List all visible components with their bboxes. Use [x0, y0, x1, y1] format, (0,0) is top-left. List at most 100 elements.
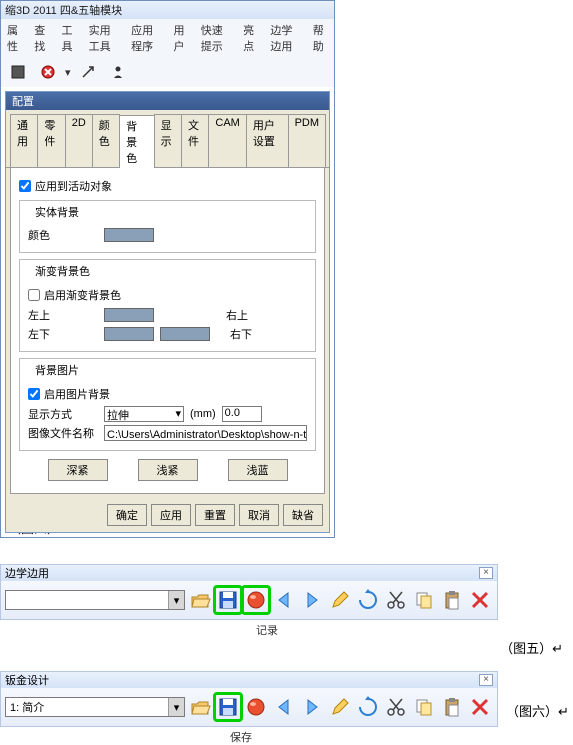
gradient-bg-group: 渐变背景色 启用渐变背景色 左上 右上 左下 右下: [19, 259, 316, 352]
next-icon[interactable]: [299, 587, 325, 613]
app-toolbar: ▾: [1, 57, 334, 87]
window-title: 缩3D 2011 四&五轴模块: [5, 2, 122, 18]
tabs: 通用 零件 2D 颜色 背景色 显示 文件 CAM 用户设置 PDM: [6, 110, 329, 168]
save-icon[interactable]: [215, 587, 241, 613]
toolbar-header: 边学边用 ×: [1, 565, 497, 581]
image-bg-group: 背景图片 启用图片背景 显示方式 拉伸 ▾ (mm) 0.0 图像文件名称: [19, 358, 316, 451]
preset-shallow-button[interactable]: 浅紧: [138, 459, 198, 481]
preset-blue-button[interactable]: 浅蓝: [228, 459, 288, 481]
person-icon[interactable]: [105, 59, 131, 85]
sheetmetal-toolbar: 钣金设计 × 1: 简介 ▾: [0, 671, 498, 727]
color-swatch[interactable]: [104, 228, 154, 242]
tab-cam[interactable]: CAM: [208, 114, 246, 167]
br-swatch[interactable]: [160, 327, 210, 341]
save-icon[interactable]: [215, 694, 241, 720]
close-icon[interactable]: [35, 59, 61, 85]
menu-item[interactable]: 快速提示: [199, 21, 233, 55]
menu-item[interactable]: 实用工具: [87, 21, 121, 55]
tab-display[interactable]: 显示: [154, 114, 182, 167]
chevron-down-icon: ▾: [175, 407, 181, 421]
enable-gradient-check[interactable]: 启用渐变背景色: [28, 287, 307, 303]
chevron-down-icon: ▾: [168, 591, 184, 609]
gradient-bg-title: 渐变背景色: [32, 263, 93, 279]
preset-buttons: 深紧 浅紧 浅蓝: [19, 459, 316, 481]
tab-panel: 应用到活动对象 实体背景 颜色 渐变背景色 启用渐变背景色 左上: [10, 168, 325, 494]
tab-color[interactable]: 颜色: [92, 114, 120, 167]
menubar: 属性 查找 工具 实用工具 应用程序 用户 快速提示 亮点 边学边用 帮助: [1, 19, 334, 57]
record-icon[interactable]: [243, 694, 269, 720]
apply-button[interactable]: 应用: [151, 504, 191, 526]
menu-item[interactable]: 属性: [5, 21, 24, 55]
arrow-icon[interactable]: [75, 59, 101, 85]
tab-general[interactable]: 通用: [10, 114, 38, 167]
display-mode-label: 显示方式: [28, 406, 98, 422]
separator: ▾: [65, 66, 71, 79]
rotate-icon[interactable]: [355, 694, 381, 720]
menu-item[interactable]: 亮点: [241, 21, 260, 55]
bl-label: 左下: [28, 326, 98, 342]
close-icon[interactable]: ×: [479, 674, 493, 686]
copy-icon[interactable]: [411, 587, 437, 613]
prev-icon[interactable]: [271, 694, 297, 720]
learn-toolbar: 边学边用 × ▾: [0, 564, 498, 620]
menu-item[interactable]: 帮助: [311, 21, 330, 55]
cut-icon[interactable]: [383, 694, 409, 720]
bl-swatch[interactable]: [104, 327, 154, 341]
ok-button[interactable]: 确定: [107, 504, 147, 526]
preset-deep-button[interactable]: 深紧: [48, 459, 108, 481]
delete-icon[interactable]: [467, 587, 493, 613]
open-icon[interactable]: [187, 587, 213, 613]
pencil-icon[interactable]: [327, 587, 353, 613]
paste-icon[interactable]: [439, 694, 465, 720]
cancel-button[interactable]: 取消: [239, 504, 279, 526]
enable-image-checkbox[interactable]: [28, 388, 40, 400]
combo-select[interactable]: 1: 简介 ▾: [5, 697, 185, 717]
menu-item[interactable]: 边学边用: [268, 21, 302, 55]
menu-item[interactable]: 工具: [59, 21, 78, 55]
dialog-title: 配置: [6, 92, 329, 110]
solid-bg-title: 实体背景: [32, 204, 82, 220]
tab-bgcolor[interactable]: 背景色: [119, 115, 155, 168]
tool-icon[interactable]: [5, 59, 31, 85]
enable-image-check[interactable]: 启用图片背景: [28, 386, 307, 402]
prev-icon[interactable]: [271, 587, 297, 613]
solid-bg-group: 实体背景 颜色: [19, 200, 316, 253]
combo-value: 1: 简介: [6, 699, 168, 715]
tab-usersettings[interactable]: 用户设置: [246, 114, 289, 167]
tl-swatch[interactable]: [104, 308, 154, 322]
close-icon[interactable]: ×: [479, 567, 493, 579]
apply-active-check[interactable]: 应用到活动对象: [19, 178, 316, 194]
toolbar-header: 钣金设计 ×: [1, 672, 497, 688]
tab-2d[interactable]: 2D: [65, 114, 93, 167]
enable-gradient-checkbox[interactable]: [28, 289, 40, 301]
delete-icon[interactable]: [467, 694, 493, 720]
tab-pdm[interactable]: PDM: [288, 114, 326, 167]
reset-button[interactable]: 重置: [195, 504, 235, 526]
paste-icon[interactable]: [439, 587, 465, 613]
display-mode-select[interactable]: 拉伸 ▾: [104, 406, 184, 422]
unit-input[interactable]: 0.0: [222, 406, 262, 422]
toolbar-title: 边学边用: [5, 565, 49, 581]
open-icon[interactable]: [187, 694, 213, 720]
record-icon[interactable]: [243, 587, 269, 613]
tab-file[interactable]: 文件: [181, 114, 209, 167]
tab-part[interactable]: 零件: [37, 114, 65, 167]
apply-active-checkbox[interactable]: [19, 180, 31, 192]
menu-item[interactable]: 查找: [32, 21, 51, 55]
unit-label: (mm): [190, 408, 216, 420]
image-name-input[interactable]: C:\Users\Administrator\Desktop\show-n-te…: [104, 425, 307, 441]
cut-icon[interactable]: [383, 587, 409, 613]
enable-image-label: 启用图片背景: [44, 386, 110, 402]
image-bg-title: 背景图片: [32, 362, 82, 378]
copy-icon[interactable]: [411, 694, 437, 720]
pencil-icon[interactable]: [327, 694, 353, 720]
combo-select[interactable]: ▾: [5, 590, 185, 610]
menu-item[interactable]: 应用程序: [129, 21, 163, 55]
default-button[interactable]: 缺省: [283, 504, 323, 526]
menu-item[interactable]: 用户: [172, 21, 191, 55]
config-dialog: 配置 通用 零件 2D 颜色 背景色 显示 文件 CAM 用户设置 PDM 应用…: [5, 91, 330, 533]
rotate-icon[interactable]: [355, 587, 381, 613]
image-name-label: 图像文件名称: [28, 425, 98, 441]
toolbar-title: 钣金设计: [5, 672, 49, 688]
next-icon[interactable]: [299, 694, 325, 720]
